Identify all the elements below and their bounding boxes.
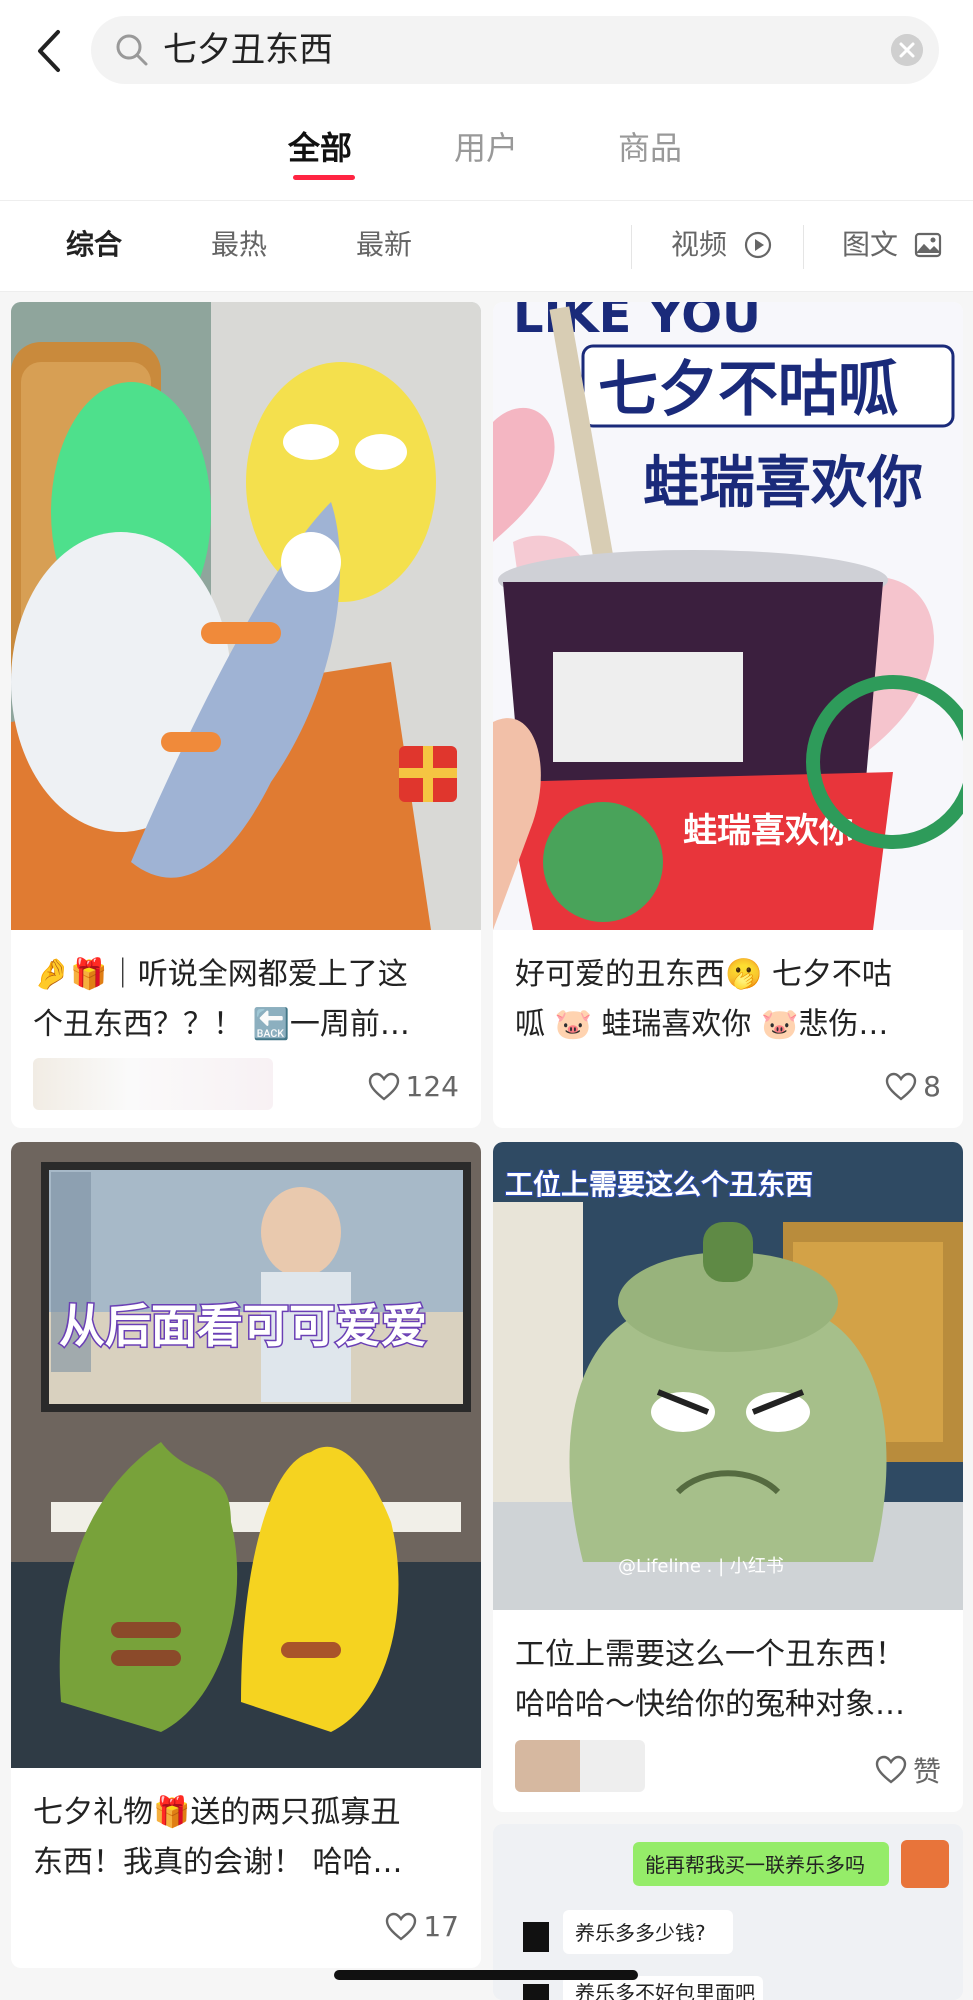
tab-users[interactable]: 用户 <box>454 128 518 168</box>
post-title: 七夕礼物🎁送的两只孤寡丑 东西！我真的会谢！ 哈哈… <box>33 1795 403 1880</box>
home-indicator <box>334 1970 638 1980</box>
play-icon <box>744 231 772 259</box>
result-tabs: 全部 用户 商品 <box>0 128 973 172</box>
image-caption: 从后面看可可爱爱 <box>59 1299 427 1353</box>
tab-products[interactable]: 商品 <box>618 128 682 168</box>
heart-icon <box>885 1072 917 1101</box>
post-image-desk-jar: 工位上需要这么个丑东西 @Lifeline . | 小红书 <box>493 1142 963 1610</box>
back-arrow-icon[interactable] <box>28 26 72 76</box>
post-card-plush-toys[interactable]: 🤌🎁｜听说全网都爱上了这 个丑东西？？！ 🔙一周前… 124 <box>11 302 481 1128</box>
search-icon <box>116 34 148 66</box>
author-avatar[interactable] <box>33 1058 273 1110</box>
search-query[interactable]: 七夕丑东西 <box>163 32 333 68</box>
clear-icon[interactable] <box>891 34 923 66</box>
like-count[interactable]: 赞 <box>875 1750 941 1790</box>
like-count[interactable]: 17 <box>385 1910 459 1943</box>
heart-icon <box>875 1755 907 1784</box>
author-avatar[interactable] <box>515 1740 645 1792</box>
post-card-drink[interactable]: LIKE YOU 七夕不咕呱 蛙瑞喜欢你 蛙瑞喜欢你 好可爱的丑东西🫢 七夕不咕… <box>493 302 963 1128</box>
filter-newest[interactable]: 最新 <box>356 227 412 263</box>
post-card-plush-pair[interactable]: 从后面看可可爱爱 七夕礼物🎁送的两只孤寡丑 东西！我真的会谢！ 哈哈… 17 <box>11 1142 481 1968</box>
chat-message-3: 养乐多不好包里面吧 <box>575 1981 755 2000</box>
post-title: 🤌🎁｜听说全网都爱上了这 个丑东西？？！ 🔙一周前… <box>33 957 410 1042</box>
post-image-plush-toys <box>11 302 481 930</box>
chat-message-2: 养乐多多少钱? <box>575 1921 706 1945</box>
filter-video[interactable]: 视频 <box>671 227 727 263</box>
tab-all[interactable]: 全部 <box>288 128 352 168</box>
post-image-plush-pair: 从后面看可可爱爱 <box>11 1142 481 1768</box>
image-caption: 工位上需要这么个丑东西 <box>505 1168 813 1201</box>
image-text-wari: 蛙瑞喜欢你 <box>643 451 923 516</box>
heart-icon <box>386 1912 417 1941</box>
divider <box>631 225 632 269</box>
active-tab-indicator <box>293 175 355 180</box>
filter-hottest[interactable]: 最热 <box>211 227 267 263</box>
divider <box>803 225 804 269</box>
image-text-like-you: LIKE YOU <box>513 302 761 344</box>
filter-bar: 综合 最热 最新 视频 图文 <box>0 200 973 292</box>
image-icon <box>914 232 942 258</box>
post-card-desk-jar[interactable]: 工位上需要这么个丑东西 @Lifeline . | 小红书 工位上需要这么一个丑… <box>493 1142 963 1812</box>
chat-message-1: 能再帮我买一联养乐多吗 <box>645 1853 865 1877</box>
post-title: 工位上需要这么一个丑东西！ 哈哈哈～快给你的冤种对象… <box>515 1637 905 1722</box>
heart-icon <box>368 1072 399 1101</box>
image-text-qixi: 七夕不咕呱 <box>598 355 898 425</box>
post-image-drink: LIKE YOU 七夕不咕呱 蛙瑞喜欢你 蛙瑞喜欢你 <box>493 302 963 930</box>
watermark: @Lifeline . | 小红书 <box>618 1556 784 1577</box>
filter-image-text[interactable]: 图文 <box>842 227 898 263</box>
like-count[interactable]: 124 <box>368 1070 459 1103</box>
filter-composite[interactable]: 综合 <box>66 227 122 263</box>
like-count[interactable]: 8 <box>885 1070 941 1103</box>
post-title: 好可爱的丑东西🫢 七夕不咕 呱 🐷 蛙瑞喜欢你 🐷悲伤… <box>515 957 892 1042</box>
search-input[interactable]: 七夕丑东西 <box>91 16 939 84</box>
top-header: 七夕丑东西 全部 用户 商品 <box>0 0 973 200</box>
